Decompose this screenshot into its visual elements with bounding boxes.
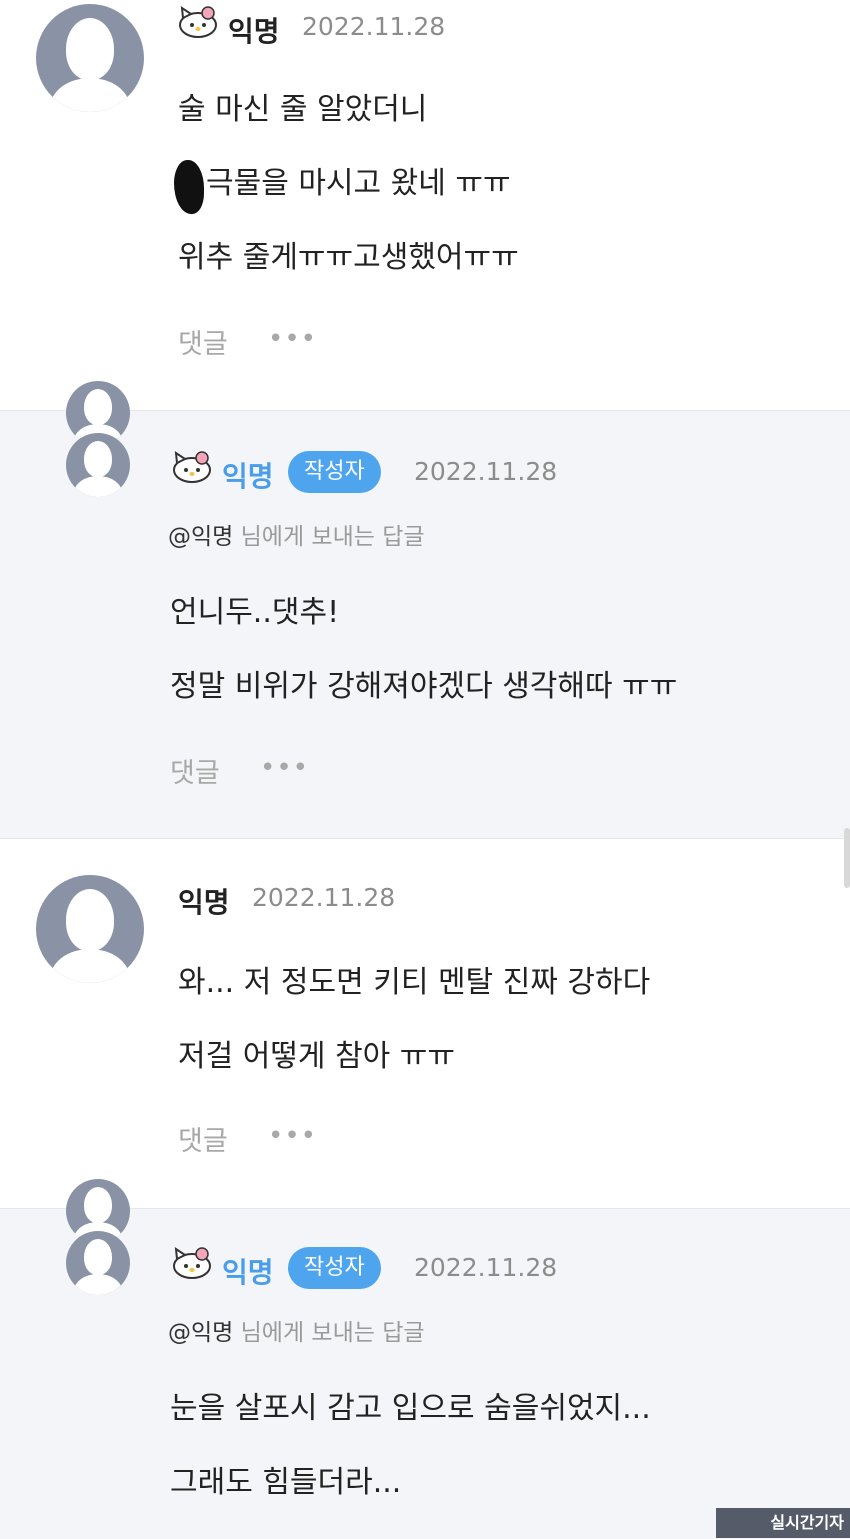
comment-line: 극물을 마시고 왔네 ㅠㅠ [206,166,511,201]
comment-line: 정말 비위가 강해져야겠다 생각해따 ㅠㅠ [170,669,678,704]
scrollbar[interactable] [844,828,850,888]
more-options-icon[interactable]: ••• [268,1121,317,1151]
mention-name[interactable]: @익명 [168,1320,233,1346]
author-name[interactable]: 익명 [228,10,280,50]
comment-1: 익명 2022.11.28 술 마신 줄 알았더니 극물을 마시고 왔네 ㅠㅠ … [0,0,850,410]
comment-line: 술 마신 줄 알았더니 [178,92,428,127]
hello-kitty-icon [173,451,211,483]
reply-button[interactable]: 댓글 [178,1119,228,1158]
comment-date: 2022.11.28 [302,12,446,41]
reply-comment-2: 익명 작성자 2022.11.28 @익명 님에게 보내는 답글 눈을 살포시 … [0,1179,850,1539]
author-badge: 작성자 [288,451,381,493]
mention-suffix: 님에게 보내는 답글 [233,524,425,550]
avatar[interactable] [66,1231,130,1295]
comment-line: 와... 저 정도면 키티 멘탈 진짜 강하다 [178,965,651,1000]
avatar[interactable] [36,875,144,983]
avatar[interactable] [66,433,130,497]
comment-line: 언니두..댓추! [170,595,340,630]
author-name[interactable]: 익명 [222,455,274,495]
hello-kitty-icon [173,1247,211,1279]
mention-suffix: 님에게 보내는 답글 [233,1320,425,1346]
comment-2: 익명 2022.11.28 와... 저 정도면 키티 멘탈 진짜 강하다 저걸… [0,838,850,1209]
author-badge: 작성자 [288,1247,381,1289]
reply-button[interactable]: 댓글 [170,751,220,790]
redaction-mark [174,160,204,214]
mention-name[interactable]: @익명 [168,524,233,550]
avatar[interactable] [36,4,144,112]
comment-line: 위추 줄게ㅠㅠ고생했어ㅠㅠ [178,240,519,275]
author-name[interactable]: 익명 [178,881,230,921]
author-name[interactable]: 익명 [222,1251,274,1291]
reply-mention: @익명 님에게 보내는 답글 [168,517,425,551]
comment-date: 2022.11.28 [252,883,396,912]
comment-date: 2022.11.28 [414,1253,558,1282]
reply-mention: @익명 님에게 보내는 답글 [168,1313,425,1347]
comment-line: 그래도 힘들더라... [170,1465,402,1500]
more-options-icon[interactable]: ••• [268,324,317,354]
reply-comment-1: 익명 작성자 2022.11.28 @익명 님에게 보내는 답글 언니두..댓추… [0,381,850,839]
hello-kitty-icon [179,6,217,38]
comment-line: 저걸 어떻게 참아 ㅠㅠ [178,1039,456,1074]
more-options-icon[interactable]: ••• [260,753,309,783]
comment-date: 2022.11.28 [414,457,558,486]
comment-line: 눈을 살포시 감고 입으로 숨을쉬었지... [170,1391,651,1426]
reply-button[interactable]: 댓글 [178,322,228,361]
watermark: 실시간기자 [716,1508,850,1538]
